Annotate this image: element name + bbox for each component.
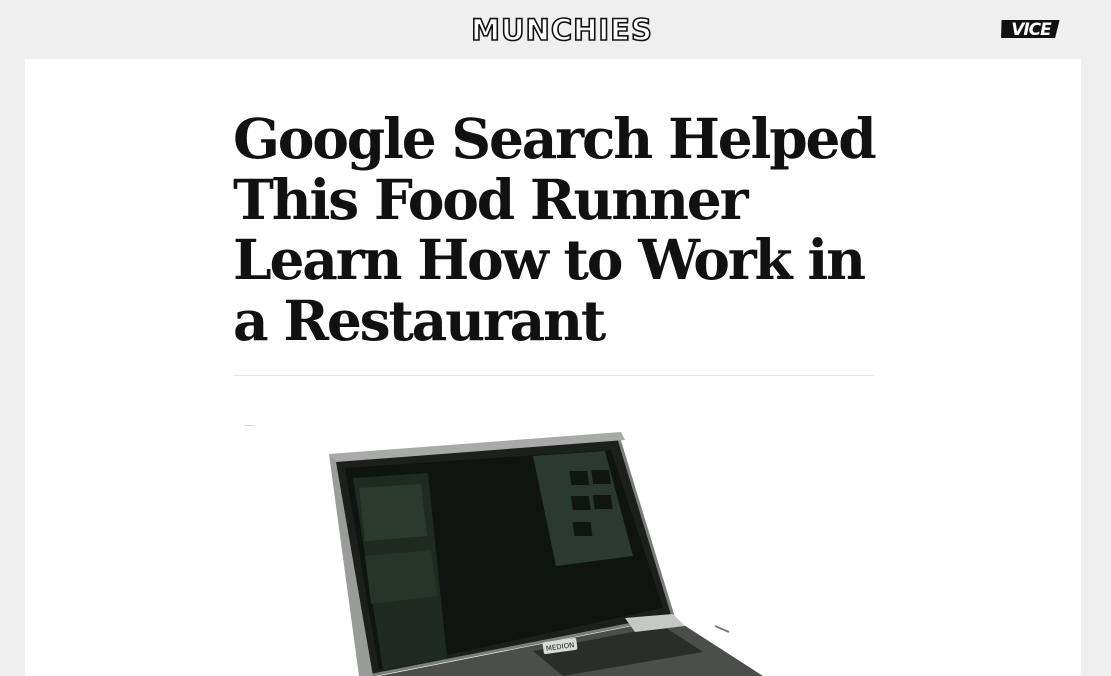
laptop-photo: MEDION [329,432,763,676]
site-header: MUNCHIES VICE [0,0,1111,59]
vice-logo-mark: VICE [1001,20,1060,40]
vice-logo-text: VICE [1011,20,1052,40]
title-divider [233,375,874,376]
vice-logo[interactable]: VICE [1000,17,1062,41]
article-title: Google Search Helped This Food Runner Le… [233,106,877,353]
munchies-logo[interactable]: MUNCHIES [456,12,668,48]
hero-image: MEDION [233,426,874,676]
